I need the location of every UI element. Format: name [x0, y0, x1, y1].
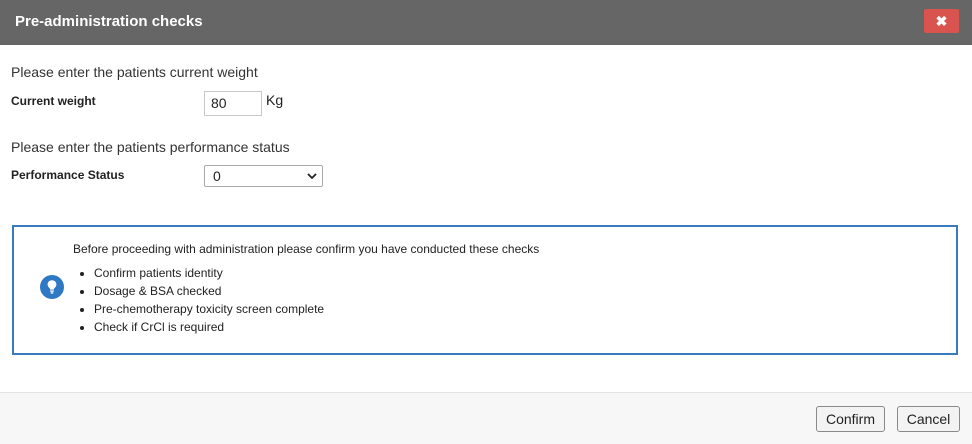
performance-status-select[interactable]: 0: [204, 165, 323, 187]
checks-list: Confirm patients identity Dosage & BSA c…: [76, 266, 324, 338]
weight-prompt: Please enter the patients current weight: [11, 64, 258, 80]
check-item: Dosage & BSA checked: [76, 284, 324, 302]
dialog-title-bar: Pre-administration checks ✖: [0, 0, 972, 45]
check-item: Check if CrCl is required: [76, 320, 324, 338]
current-weight-value: 80: [211, 95, 227, 111]
chevron-down-icon: [307, 173, 317, 180]
cancel-button[interactable]: Cancel: [897, 406, 960, 432]
dialog-footer: Confirm Cancel: [0, 392, 972, 444]
confirm-button[interactable]: Confirm: [816, 406, 885, 432]
close-icon: ✖: [935, 12, 948, 29]
check-item: Confirm patients identity: [76, 266, 324, 284]
check-item: Pre-chemotherapy toxicity screen complet…: [76, 302, 324, 320]
checks-heading: Before proceeding with administration pl…: [73, 242, 540, 256]
current-weight-label: Current weight: [11, 94, 96, 108]
pre-administration-dialog: Pre-administration checks ✖ Please enter…: [0, 0, 972, 444]
checks-info-box: Before proceeding with administration pl…: [12, 225, 958, 355]
performance-status-value: 0: [213, 168, 221, 184]
performance-prompt: Please enter the patients performance st…: [11, 139, 290, 155]
weight-unit: Kg: [266, 92, 284, 108]
dialog-title: Pre-administration checks: [15, 13, 203, 30]
performance-status-label: Performance Status: [11, 168, 125, 182]
lightbulb-icon: [40, 275, 64, 299]
close-button[interactable]: ✖: [924, 9, 959, 33]
current-weight-input[interactable]: 80: [204, 91, 262, 116]
